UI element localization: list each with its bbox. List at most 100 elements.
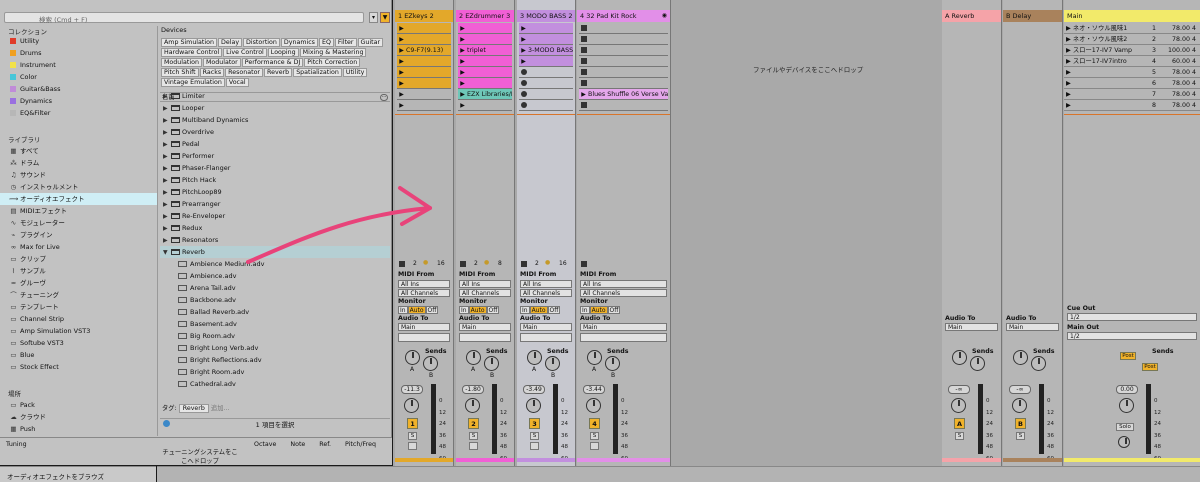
- place-item-pack[interactable]: ▭ Pack: [0, 399, 157, 411]
- monitor-in-button[interactable]: In: [520, 306, 530, 314]
- clip-slot[interactable]: ▶ Blues Shuffle 06 Verse Vari: [579, 89, 668, 100]
- record-slot-icon[interactable]: [521, 69, 527, 75]
- clip-slot[interactable]: ▶: [458, 100, 512, 111]
- clip-slot[interactable]: ▶ triplet: [458, 45, 512, 56]
- place-item-push[interactable]: ▦ Push: [0, 423, 157, 435]
- send-b-knob[interactable]: [545, 356, 560, 371]
- folder-row[interactable]: ▶ Looper: [160, 102, 390, 114]
- clip-play-icon[interactable]: ▶: [397, 78, 406, 88]
- clip-play-icon[interactable]: ▶: [458, 56, 467, 66]
- clip-play-icon[interactable]: ▶: [579, 89, 588, 99]
- volume-readout[interactable]: -11.3: [401, 385, 423, 394]
- folder-row[interactable]: ▶ Phaser-Flanger: [160, 162, 390, 174]
- track-header[interactable]: 3 MODO BASS 2: [517, 10, 575, 22]
- scene-tempo[interactable]: 78.00: [1162, 67, 1190, 78]
- scene-tempo[interactable]: 60.00: [1162, 56, 1190, 67]
- clip-slot[interactable]: [579, 45, 668, 56]
- volume-readout[interactable]: -3.49: [523, 385, 545, 394]
- collection-item-color[interactable]: Color: [0, 71, 157, 83]
- main-solo-button[interactable]: Solo: [1116, 423, 1134, 431]
- return-header[interactable]: A Reverb: [942, 10, 1001, 22]
- clip-play-icon[interactable]: ▶: [458, 23, 467, 33]
- clip-play-icon[interactable]: ▶: [397, 89, 406, 99]
- stop-slot-icon[interactable]: [581, 102, 587, 108]
- arm-button[interactable]: [530, 442, 539, 450]
- solo-button[interactable]: S: [955, 432, 964, 440]
- tag-mixing-mastering[interactable]: Mixing & Mastering: [299, 48, 367, 57]
- clip-slot[interactable]: [579, 34, 668, 45]
- clip-play-icon[interactable]: ▶: [458, 34, 467, 44]
- library-item-item[interactable]: ⌇ サンプル: [0, 265, 157, 277]
- stop-clips-icon[interactable]: [460, 261, 466, 267]
- stop-slot-icon[interactable]: [581, 25, 587, 31]
- audio-to-select[interactable]: Main: [398, 323, 450, 331]
- tag-pitch-shift[interactable]: Pitch Shift: [161, 68, 199, 77]
- midi-from-select[interactable]: All Ins: [520, 280, 572, 288]
- monitor-in-button[interactable]: In: [398, 306, 408, 314]
- record-slot-icon[interactable]: [521, 102, 527, 108]
- clip-play-icon[interactable]: ▶: [397, 23, 406, 33]
- tuning-drop-zone[interactable]: チューニングシステムをこ こへドロップ: [150, 448, 250, 466]
- clip-slot[interactable]: ▶: [458, 34, 512, 45]
- send-a-knob[interactable]: [466, 350, 481, 365]
- preset-file-row[interactable]: Basement.adv: [160, 318, 390, 330]
- audio-to-channel-select[interactable]: [459, 333, 511, 342]
- scene-tempo[interactable]: 78.00: [1162, 78, 1190, 89]
- clip-play-icon[interactable]: ▶: [397, 56, 406, 66]
- folder-row[interactable]: ▶ Re-Enveloper: [160, 210, 390, 222]
- pan-knob[interactable]: [951, 398, 966, 413]
- scene-row[interactable]: ▶ ネオ・ソウル風味1 1 78.00 4: [1064, 23, 1200, 34]
- library-item-item[interactable]: ▭ テンプレート: [0, 301, 157, 313]
- audio-to-select[interactable]: Main: [520, 323, 572, 331]
- library-item-item[interactable]: ⌒ チューニング: [0, 289, 157, 301]
- folder-row[interactable]: ▶ Prearranger: [160, 198, 390, 210]
- clip-slot[interactable]: ▶: [397, 34, 451, 45]
- tag-filter[interactable]: Filter: [334, 38, 357, 47]
- main-header[interactable]: Main: [1064, 10, 1200, 22]
- clip-play-icon[interactable]: ▶: [397, 34, 406, 44]
- library-item-blue[interactable]: ▭ Blue: [0, 349, 157, 361]
- arm-button[interactable]: [590, 442, 599, 450]
- library-item-channel-strip[interactable]: ▭ Channel Strip: [0, 313, 157, 325]
- track-activator-button[interactable]: 4: [589, 418, 600, 429]
- clip-slot[interactable]: ▶ EZX Libraries/E: [458, 89, 512, 100]
- post-button-a[interactable]: Post: [1120, 352, 1136, 360]
- record-slot-icon[interactable]: [521, 91, 527, 97]
- library-item-item[interactable]: ⟿ オーディオエフェクト: [0, 193, 157, 205]
- audio-to-channel-select[interactable]: [580, 333, 667, 342]
- clip-slot[interactable]: [579, 100, 668, 111]
- clip-play-icon[interactable]: ▶: [458, 45, 467, 55]
- clip-slot[interactable]: ▶: [397, 89, 451, 100]
- midi-channel-select[interactable]: All Channels: [580, 289, 667, 297]
- scene-launch[interactable]: ▶ スロー17-IV7intro: [1066, 56, 1151, 67]
- tag-distortion[interactable]: Distortion: [243, 38, 280, 47]
- clip-slot[interactable]: ▶: [519, 23, 573, 34]
- scene-play-icon[interactable]: ▶: [1066, 102, 1071, 109]
- scene-launch[interactable]: ▶ スロー17-IV7 Vamp: [1066, 45, 1151, 56]
- clip-play-icon[interactable]: ▶: [519, 45, 528, 55]
- folder-row[interactable]: ▶ Overdrive: [160, 126, 390, 138]
- track-header[interactable]: 2 EZdrummer 3: [456, 10, 514, 22]
- scene-row[interactable]: ▶ 6 78.00 4: [1064, 78, 1200, 89]
- scene-row[interactable]: ▶ スロー17-IV7 Vamp 3 100.00 4: [1064, 45, 1200, 56]
- midi-from-select[interactable]: All Ins: [398, 280, 450, 288]
- clip-slot[interactable]: ▶: [397, 100, 451, 111]
- solo-button[interactable]: S: [1016, 432, 1025, 440]
- tag-add-input[interactable]: 追加...: [211, 405, 230, 412]
- volume-readout[interactable]: -∞: [1009, 385, 1031, 394]
- send-a-knob[interactable]: [587, 350, 602, 365]
- clip-slot[interactable]: ▶ 3-MODO BASS: [519, 45, 573, 56]
- scene-play-icon[interactable]: ▶: [1066, 58, 1073, 65]
- track-activator-button[interactable]: 3: [529, 418, 540, 429]
- main-volume-readout[interactable]: 0.00: [1116, 385, 1138, 394]
- clip-play-icon[interactable]: ▶: [519, 23, 528, 33]
- scene-signature[interactable]: 4: [1192, 100, 1200, 111]
- scene-play-icon[interactable]: ▶: [1066, 69, 1071, 76]
- scene-signature[interactable]: 4: [1192, 56, 1200, 67]
- preset-file-row[interactable]: Bright Long Verb.adv: [160, 342, 390, 354]
- audio-to-select[interactable]: Main: [1006, 323, 1059, 331]
- clip-slot[interactable]: ▶: [458, 23, 512, 34]
- solo-button[interactable]: S: [469, 432, 478, 440]
- send-b-knob[interactable]: [1031, 356, 1046, 371]
- clip-slot[interactable]: [519, 67, 573, 78]
